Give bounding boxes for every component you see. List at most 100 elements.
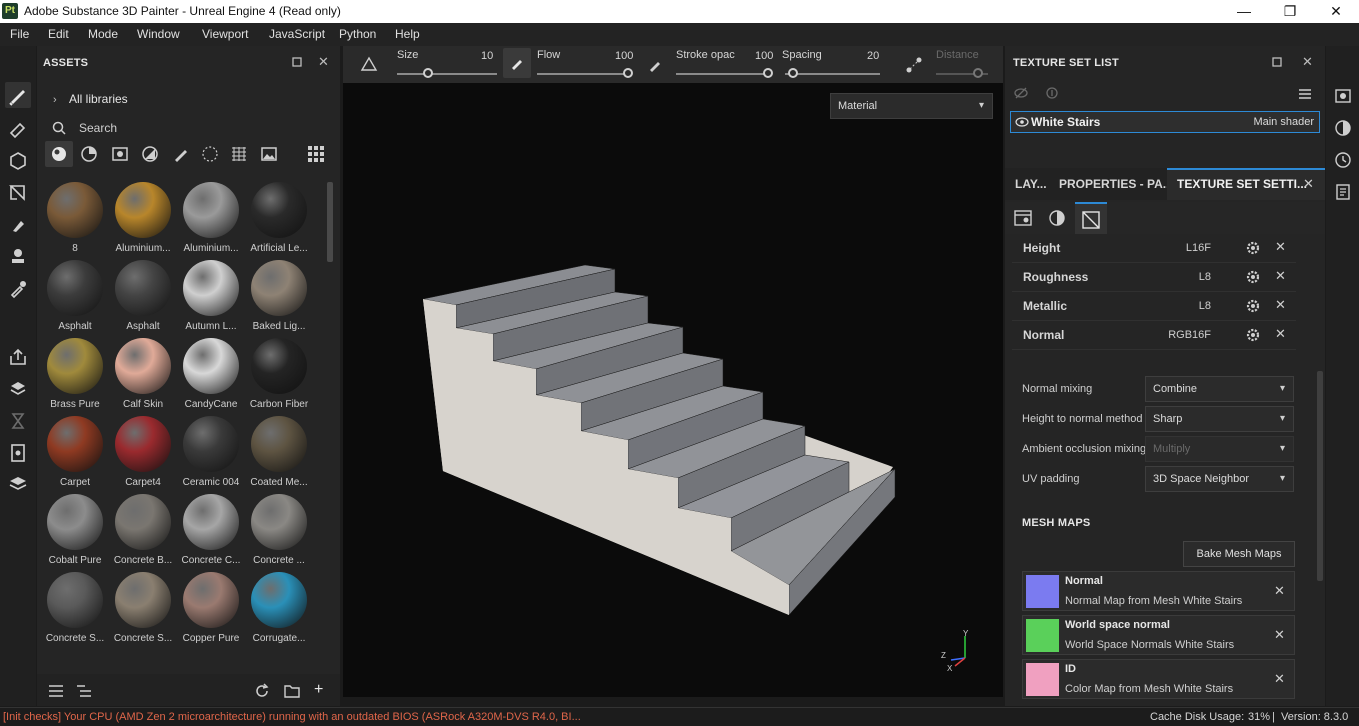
stairs-model[interactable] [343,83,1003,697]
setting-dropdown[interactable]: 3D Space Neighbor ▾ [1145,466,1294,492]
filter-procedurals-icon[interactable] [200,144,220,164]
asset-tile[interactable]: Concrete C... [177,494,245,572]
menu-file[interactable]: File [10,27,29,41]
asset-tile[interactable]: Concrete S... [109,572,177,650]
flow-value[interactable]: 100 [615,50,633,62]
asset-tile[interactable]: Cobalt Pure [41,494,109,572]
log-icon[interactable] [1333,182,1353,202]
stroke-opacity-value[interactable]: 100 [755,50,773,62]
paint-brush-icon[interactable] [5,82,31,108]
asset-tile[interactable]: Autumn L... [177,260,245,338]
history-icon[interactable] [1333,150,1353,170]
spacing-slider[interactable] [785,73,880,75]
library-selector[interactable]: All libraries [69,92,128,106]
polygon-fill-icon[interactable] [5,180,31,206]
smudge-icon[interactable] [5,212,31,238]
assets-scrollbar[interactable] [327,182,333,262]
status-message[interactable]: [Init checks] Your CPU (AMD Zen 2 microa… [3,711,581,723]
viewport[interactable]: Material ▾ Y Z X [343,83,1003,697]
asset-tile[interactable]: Ceramic 004 [177,416,245,494]
grid-view-icon[interactable] [306,144,326,164]
tab-properties[interactable]: PROPERTIES - PA... [1059,177,1173,191]
tab-layers[interactable]: LAY... [1015,177,1047,191]
settings-panel-icon[interactable] [1013,208,1033,228]
filter-environments-icon[interactable] [259,144,279,164]
channel-format[interactable]: RGB16F [1168,329,1211,341]
flow-slider-knob[interactable] [623,68,633,78]
filter-smart-materials-icon[interactable] [79,144,99,164]
brush-preset-icon[interactable] [357,54,381,76]
assets-close-icon[interactable]: ✕ [318,54,329,70]
asset-tile[interactable]: Coated Me... [245,416,313,494]
asset-tile[interactable]: Aluminium... [177,182,245,260]
menu-lines-icon[interactable] [1297,86,1313,102]
flow-toggle-icon[interactable] [503,48,531,78]
asset-tile[interactable]: Carpet4 [109,416,177,494]
right-scrollbar[interactable] [1317,371,1323,581]
asset-tile[interactable]: 8 [41,182,109,260]
display-settings-icon[interactable] [1333,86,1353,106]
document-icon[interactable] [5,440,31,466]
gear-icon[interactable] [1245,240,1261,256]
remove-channel-icon[interactable]: ✕ [1275,297,1286,313]
stroke-icon[interactable] [646,56,664,74]
bake-mesh-maps-button[interactable]: Bake Mesh Maps [1183,541,1295,567]
menu-viewport[interactable]: Viewport [202,27,248,41]
shader-settings-icon[interactable] [1333,118,1353,138]
menu-python[interactable]: Python [339,27,376,41]
menu-help[interactable]: Help [395,27,420,41]
filter-brushes-icon[interactable] [171,144,191,164]
channel-format[interactable]: L16F [1186,242,1211,254]
book-icon[interactable] [5,472,31,498]
flow-slider[interactable] [537,73,632,75]
filter-filters-icon[interactable] [140,144,160,164]
asset-tile[interactable]: Carbon Fiber [245,338,313,416]
menu-window[interactable]: Window [137,27,180,41]
setting-dropdown[interactable]: Sharp ▾ [1145,406,1294,432]
filter-masks-icon[interactable] [110,144,130,164]
clone-stamp-icon[interactable] [5,244,31,270]
search-input[interactable]: Search [79,121,117,135]
shader-icon[interactable] [1047,208,1067,228]
asset-tile[interactable]: Asphalt [109,260,177,338]
channel-format[interactable]: L8 [1199,300,1211,312]
export-icon[interactable] [5,344,31,370]
spacing-value[interactable]: 20 [867,50,879,62]
maximize-button[interactable]: ❐ [1267,0,1313,23]
asset-tile[interactable]: Artificial Le... [245,182,313,260]
tab-close-icon[interactable]: ✕ [1303,176,1314,192]
hidden-eye-icon[interactable] [1013,86,1029,100]
undock-icon[interactable] [290,55,304,69]
gear-icon[interactable] [1245,327,1261,343]
solo-icon[interactable] [1044,86,1060,100]
asset-tile[interactable]: Asphalt [41,260,109,338]
size-value[interactable]: 10 [481,50,493,62]
asset-tile[interactable]: Carpet [41,416,109,494]
size-slider[interactable] [397,73,497,75]
filter-textures-icon[interactable] [229,144,249,164]
list-view-icon[interactable] [47,683,65,699]
texture-set-item[interactable]: White Stairs Main shader [1010,111,1320,133]
texture-set-shader[interactable]: Main shader [1253,116,1314,128]
remove-mesh-map-icon[interactable]: ✕ [1274,671,1285,687]
lazy-mouse-icon[interactable] [903,54,925,76]
eye-icon[interactable] [1015,116,1029,128]
remove-mesh-map-icon[interactable]: ✕ [1274,583,1285,599]
setting-dropdown[interactable]: Combine ▾ [1145,376,1294,402]
remove-mesh-map-icon[interactable]: ✕ [1274,627,1285,643]
remove-channel-icon[interactable]: ✕ [1275,326,1286,342]
color-picker-icon[interactable] [5,276,31,302]
menu-javascript[interactable]: JavaScript [269,27,325,41]
mesh-map-slot[interactable]: World space normal World Space Normals Wh… [1022,615,1295,655]
asset-tile[interactable]: Brass Pure [41,338,109,416]
tsl-undock-icon[interactable] [1270,55,1284,69]
menu-edit[interactable]: Edit [48,27,69,41]
details-view-icon[interactable] [75,683,93,699]
stroke-opacity-slider[interactable] [676,73,771,75]
filter-materials-icon[interactable] [45,141,73,167]
eraser-icon[interactable] [5,116,31,142]
projection-icon[interactable] [5,148,31,174]
minimize-button[interactable]: — [1221,0,1267,23]
channel-format[interactable]: L8 [1199,271,1211,283]
refresh-icon[interactable] [253,682,271,700]
